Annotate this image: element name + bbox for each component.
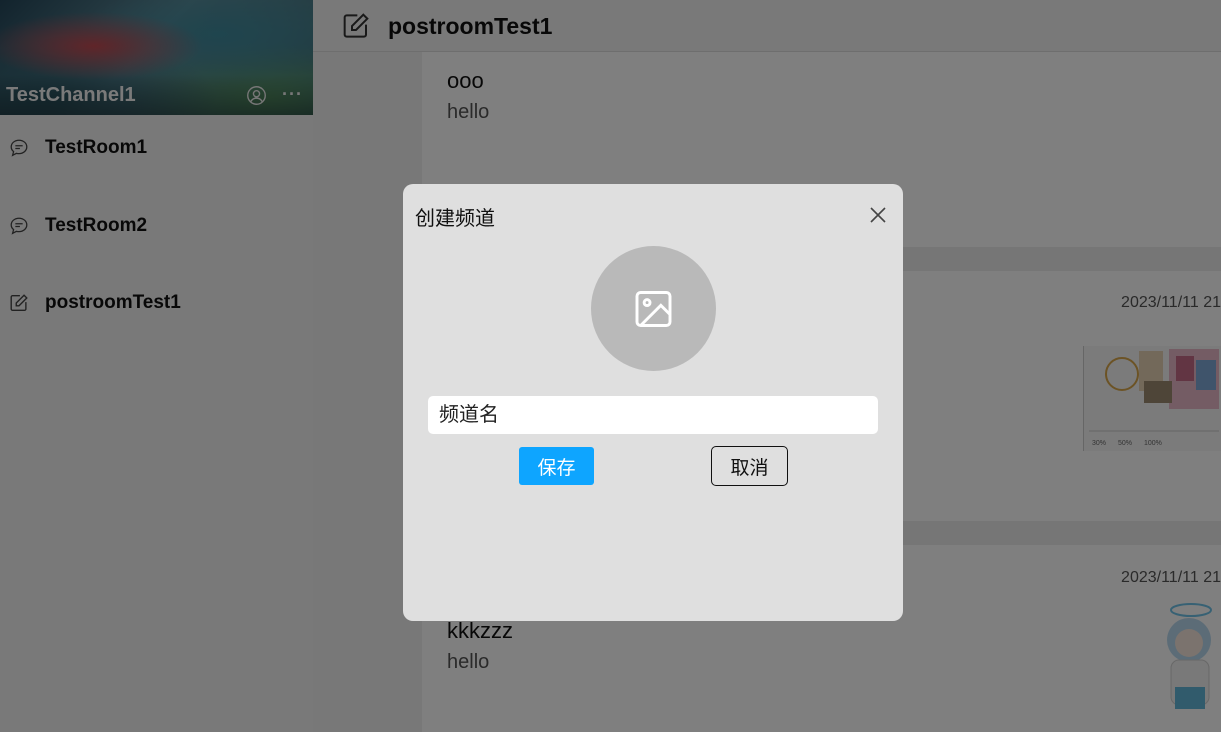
channel-name-input[interactable] (428, 396, 878, 434)
cancel-button[interactable]: 取消 (711, 446, 788, 486)
channel-avatar-upload[interactable] (591, 246, 716, 371)
create-channel-dialog: 创建频道 保存 取消 (403, 184, 903, 621)
close-icon[interactable] (868, 205, 888, 225)
dialog-title: 创建频道 (415, 208, 495, 230)
image-icon (635, 291, 672, 327)
save-button[interactable]: 保存 (519, 447, 594, 485)
